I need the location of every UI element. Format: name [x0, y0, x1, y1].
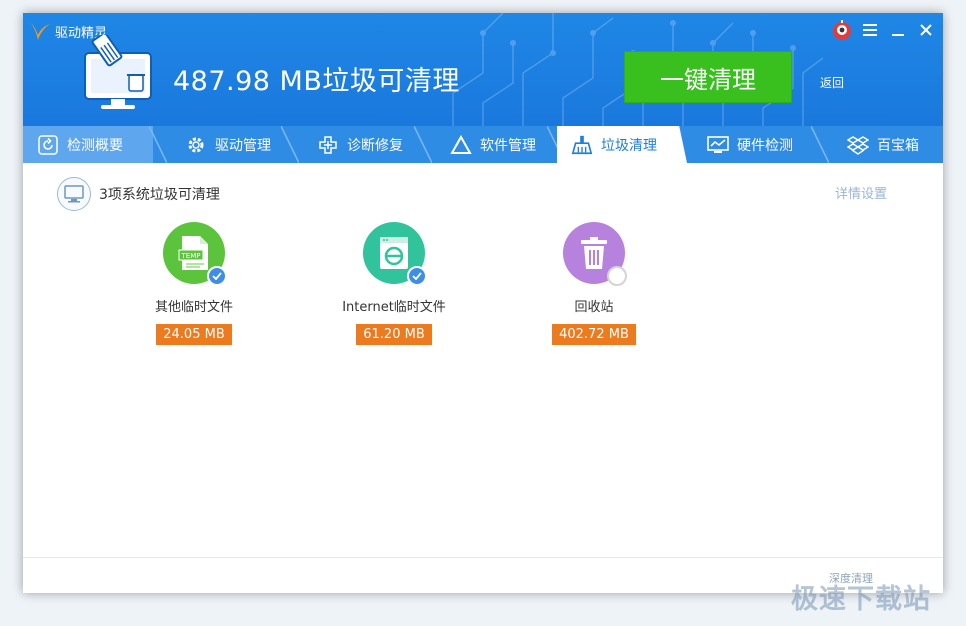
- main-tab-bar: 检测概要 驱动管理 诊断修复 软件管理 垃圾清理 硬件检测 百宝箱: [23, 126, 943, 163]
- junk-item-recycle-bin: 回收站 402.72 MB: [514, 222, 674, 345]
- refresh-icon: [37, 134, 59, 156]
- computer-icon: [57, 177, 91, 211]
- section-header: 3项系统垃圾可清理: [57, 177, 220, 211]
- tab-diagnose-repair[interactable]: 诊断修复: [303, 126, 423, 163]
- tab-label: 垃圾清理: [601, 137, 657, 154]
- item-size-badge: 24.05 MB: [156, 324, 232, 345]
- tab-separator: [811, 126, 829, 163]
- tab-junk-clean[interactable]: 垃圾清理: [557, 126, 687, 163]
- tab-driver-manage[interactable]: 驱动管理: [171, 126, 291, 163]
- tab-label: 百宝箱: [877, 137, 919, 154]
- close-icon[interactable]: [915, 19, 937, 41]
- menu-icon[interactable]: [859, 19, 881, 41]
- minimize-icon[interactable]: [887, 19, 909, 41]
- one-click-clean-button[interactable]: 一键清理: [624, 51, 792, 103]
- item-size-badge: 402.72 MB: [552, 324, 636, 345]
- back-link[interactable]: 返回: [820, 74, 844, 91]
- gear-icon: [185, 134, 207, 156]
- broom-icon: [571, 134, 593, 156]
- header-banner: 驱动精灵 487.98 MB垃圾可清理 一键清理 返回: [23, 13, 943, 126]
- item-size-badge: 61.20 MB: [356, 324, 432, 345]
- tab-label: 驱动管理: [215, 137, 271, 154]
- tab-hardware-detect[interactable]: 硬件检测: [693, 126, 813, 163]
- checkbox-checked[interactable]: [207, 266, 227, 286]
- tab-separator: [149, 126, 167, 163]
- cleanable-summary: 487.98 MB垃圾可清理: [173, 66, 460, 97]
- temp-file-icon[interactable]: TEMP: [163, 222, 227, 286]
- window-controls: [831, 19, 937, 41]
- tab-overview[interactable]: 检测概要: [23, 126, 153, 163]
- item-label: 其他临时文件: [154, 300, 233, 315]
- item-label: 回收站: [574, 300, 614, 315]
- wing-logo-icon: [31, 23, 50, 40]
- trash-icon[interactable]: [563, 222, 627, 286]
- item-label: Internet临时文件: [342, 300, 446, 315]
- tab-separator: [414, 126, 432, 163]
- junk-item-other-temp: TEMP 其他临时文件 24.05 MB: [114, 222, 274, 345]
- checkbox-checked[interactable]: [407, 266, 427, 286]
- tab-label: 软件管理: [480, 137, 536, 154]
- tab-software-manage[interactable]: 软件管理: [436, 126, 556, 163]
- tab-separator: [281, 126, 299, 163]
- app-window: 驱动精灵 487.98 MB垃圾可清理 一键清理 返回 检测概要 驱动管理 诊断…: [23, 13, 943, 593]
- tab-toolbox[interactable]: 百宝箱: [833, 126, 943, 163]
- tab-label: 诊断修复: [347, 137, 403, 154]
- triangle-apps-icon: [450, 134, 472, 156]
- junk-item-internet-temp: Internet临时文件 61.20 MB: [314, 222, 474, 345]
- section-title: 3项系统垃圾可清理: [99, 187, 220, 203]
- tab-label: 检测概要: [67, 137, 123, 154]
- browser-file-icon[interactable]: [363, 222, 427, 286]
- detail-settings-link[interactable]: 详情设置: [835, 183, 887, 202]
- toolbox-icon: [847, 134, 869, 156]
- monitor-chart-icon: [707, 134, 729, 156]
- checkbox-unchecked[interactable]: [607, 266, 627, 286]
- temp-badge-text: TEMP: [181, 252, 201, 260]
- medical-cross-icon: [317, 134, 339, 156]
- pc-cleaning-illustration: [84, 35, 152, 109]
- mascot-icon[interactable]: [831, 19, 853, 41]
- tab-label: 硬件检测: [737, 137, 793, 154]
- site-watermark: 极速下载站: [791, 584, 931, 615]
